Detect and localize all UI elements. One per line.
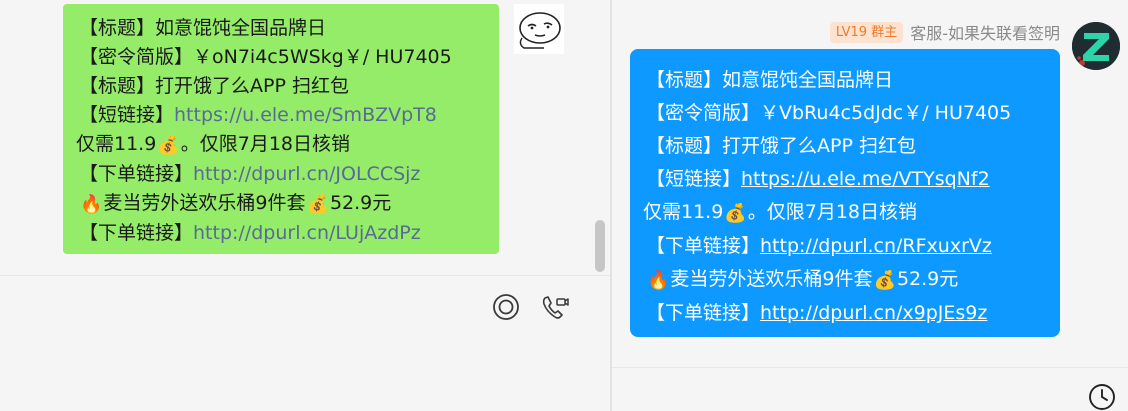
target-icon[interactable] (491, 292, 521, 322)
message-line: 【短链接】https://u.ele.me/SmBZVpT8 (79, 101, 499, 130)
message-line: 【密令简版】￥VbRu4c5dJdc￥/ HU7405 (646, 102, 1012, 124)
money-bag-icon: 💰 (157, 135, 180, 156)
video-call-icon[interactable] (540, 292, 570, 322)
label: 【下单链接】 (646, 302, 761, 324)
message-line: 【下单链接】http://dpurl.cn/LUjAzdPz (79, 219, 499, 248)
price-text: 52.9元 (329, 192, 392, 214)
level-badge: LV19 群主 (829, 21, 904, 43)
price-text: 52.9元 (896, 268, 959, 290)
clock-icon[interactable] (1087, 382, 1117, 411)
scrollbar-thumb[interactable] (595, 220, 605, 272)
z-logo-icon (1072, 22, 1120, 70)
price-text: 仅需11.9 (76, 133, 157, 155)
message-line: 仅需11.9💰。仅限7月18日核销 (76, 130, 499, 160)
order-link[interactable]: http://dpurl.cn/LUjAzdPz (193, 222, 421, 244)
message-line: 【标题】如意馄饨全国品牌日 (646, 69, 894, 91)
incoming-message-bubble[interactable]: 【标题】如意馄饨全国品牌日 【密令简版】￥VbRu4c5dJdc￥/ HU740… (630, 49, 1060, 337)
price-text: 仅需11.9 (643, 201, 724, 223)
order-link[interactable]: http://dpurl.cn/x9pJEs9z (760, 302, 987, 324)
message-line: 【短链接】https://u.ele.me/VTYsqNf2 (646, 163, 1060, 196)
order-link[interactable]: http://dpurl.cn/RFxuxrVz (760, 235, 992, 257)
label: 【短链接】 (79, 104, 175, 126)
meme-face-icon (514, 4, 564, 54)
message-line: 【标题】打开饿了么APP 扫红包 (79, 75, 349, 97)
message-line: 仅需11.9💰。仅限7月18日核销 (643, 196, 1060, 230)
avatar[interactable] (514, 4, 564, 54)
message-line: 【密令简版】￥oN7i4c5WSkg￥/ HU7405 (79, 46, 452, 68)
short-link[interactable]: https://u.ele.me/SmBZVpT8 (174, 104, 437, 126)
label: 【下单链接】 (79, 222, 194, 244)
divider (612, 367, 1128, 368)
message-line: 【下单链接】http://dpurl.cn/x9pJEs9z (646, 297, 1060, 330)
validity-text: 。仅限7月18日核销 (747, 201, 917, 223)
sender-name[interactable]: 客服-如果失联看签明 (910, 20, 1060, 44)
money-bag-icon: 💰 (873, 270, 896, 291)
message-line: 【下单链接】http://dpurl.cn/JOLCCSjz (79, 160, 499, 189)
message-line: 【标题】如意馄饨全国品牌日 (79, 17, 327, 39)
validity-text: 。仅限7月18日核销 (180, 133, 350, 155)
product-text: 麦当劳外送欢乐桶9件套 (670, 268, 873, 290)
label: 【下单链接】 (79, 163, 194, 185)
label: 【下单链接】 (646, 235, 761, 257)
fire-icon: 🔥 (80, 194, 103, 215)
message-line: 🔥麦当劳外送欢乐桶9件套💰52.9元 (79, 189, 499, 219)
fire-icon: 🔥 (647, 270, 670, 291)
order-link[interactable]: http://dpurl.cn/JOLCCSjz (193, 163, 420, 185)
money-bag-icon: 💰 (306, 194, 329, 215)
avatar[interactable] (1072, 22, 1120, 70)
sender-info: LV19 群主 客服-如果失联看签明 (829, 20, 1060, 44)
message-line: 【下单链接】http://dpurl.cn/RFxuxrVz (646, 230, 1060, 263)
money-bag-icon: 💰 (724, 203, 747, 224)
message-line: 🔥麦当劳外送欢乐桶9件套💰52.9元 (646, 263, 1060, 297)
short-link[interactable]: https://u.ele.me/VTYsqNf2 (741, 168, 990, 190)
product-text: 麦当劳外送欢乐桶9件套 (103, 192, 306, 214)
label: 【短链接】 (646, 168, 742, 190)
outgoing-message-bubble[interactable]: 【标题】如意馄饨全国品牌日 【密令简版】￥oN7i4c5WSkg￥/ HU740… (63, 4, 499, 254)
message-line: 【标题】打开饿了么APP 扫红包 (646, 135, 916, 157)
